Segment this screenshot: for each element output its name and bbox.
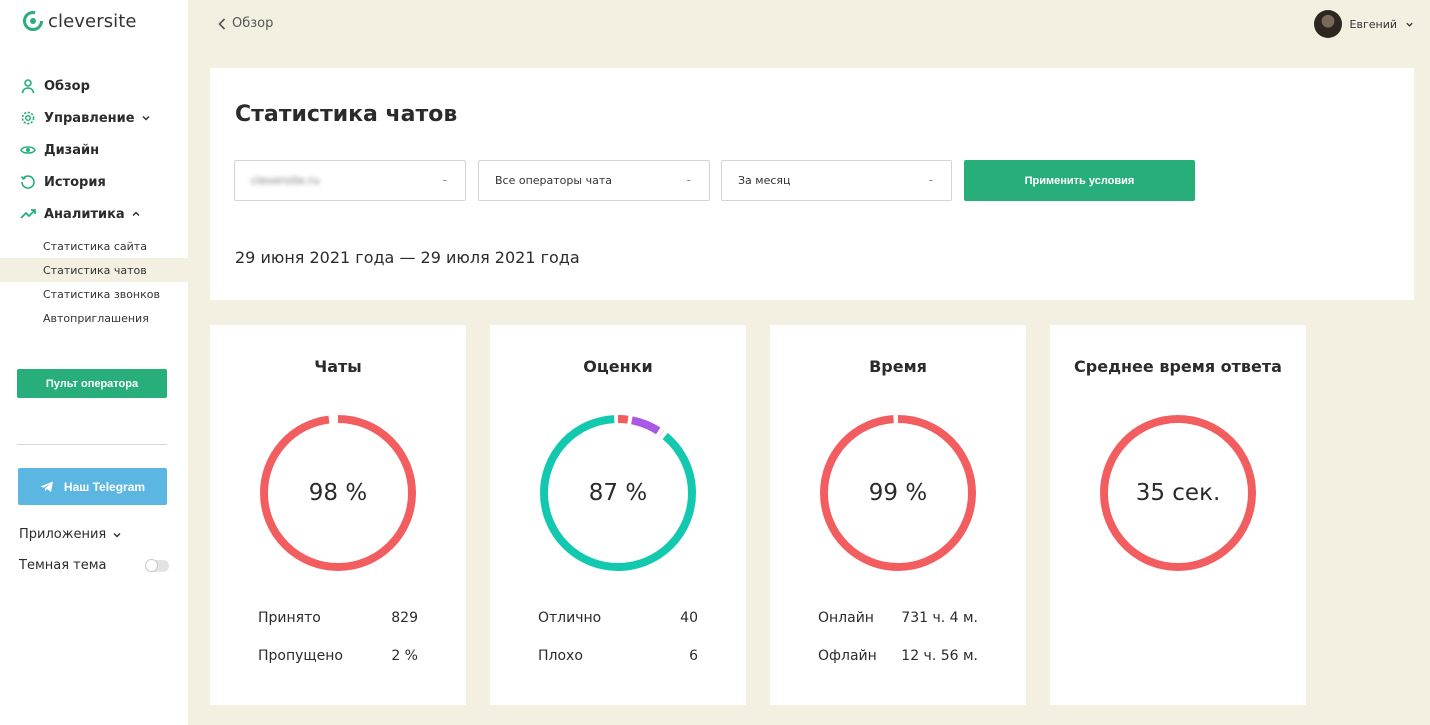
sidebar-item-overview[interactable]: Обзор — [0, 70, 188, 102]
stat-row-value: 6 — [689, 648, 698, 664]
apps-label: Приложения — [19, 527, 107, 542]
stat-row-label: Отлично — [538, 610, 602, 626]
stat-row: Плохо 6 — [538, 648, 698, 664]
sidebar-item-management[interactable]: Управление — [0, 102, 188, 134]
site-select-value: cleversite.ru — [251, 174, 320, 187]
operators-select[interactable]: Все операторы чата - — [478, 160, 710, 201]
dark-theme-label: Темная тема — [19, 558, 107, 573]
telegram-button-label: Наш Telegram — [63, 479, 146, 494]
sidebar-nav: Обзор Управление Дизайн История Аналитик… — [0, 70, 188, 330]
dark-theme-toggle[interactable] — [145, 558, 169, 572]
sidebar-subitem-chat-stats[interactable]: Статистика чатов — [0, 258, 188, 282]
logo-text: cleversite — [48, 10, 137, 32]
user-icon — [20, 78, 36, 94]
stat-row-label: Принято — [258, 610, 321, 626]
sidebar-item-design[interactable]: Дизайн — [0, 134, 188, 166]
dropdown-dash-icon: - — [442, 173, 447, 187]
eye-icon — [20, 142, 36, 158]
period-select-value: За месяц — [738, 174, 791, 187]
chevron-down-icon — [1406, 22, 1413, 27]
sidebar-item-label: Аналитика — [44, 206, 125, 222]
sidebar-item-analytics[interactable]: Аналитика — [0, 198, 188, 230]
apps-menu[interactable]: Приложения — [19, 527, 122, 542]
user-name: Евгений — [1349, 17, 1397, 31]
chevron-left-icon — [218, 17, 226, 30]
operator-panel-button[interactable]: Пульт оператора — [17, 369, 167, 398]
gear-icon — [20, 110, 36, 126]
sidebar-item-label: Управление — [44, 110, 135, 126]
sidebar-item-label: Дизайн — [44, 142, 100, 158]
stat-row-label: Плохо — [538, 648, 583, 664]
chevron-up-icon — [131, 209, 141, 219]
date-range: 29 июня 2021 года — 29 июля 2021 года — [235, 248, 580, 267]
operators-select-value: Все операторы чата — [495, 174, 612, 187]
stat-title: Время — [869, 357, 927, 376]
trend-icon — [20, 206, 36, 222]
logo[interactable]: cleversite — [22, 10, 137, 32]
back-label: Обзор — [232, 16, 274, 31]
sidebar-subitem-call-stats[interactable]: Статистика звонков — [0, 282, 188, 306]
telegram-button[interactable]: Наш Telegram — [18, 468, 167, 505]
dropdown-dash-icon: - — [928, 173, 933, 187]
stat-row-label: Онлайн — [818, 610, 874, 626]
stat-title: Чаты — [314, 357, 362, 376]
stat-title: Среднее время ответа — [1074, 357, 1282, 376]
sidebar-divider — [17, 444, 167, 445]
dropdown-dash-icon: - — [686, 173, 691, 187]
period-select[interactable]: За месяц - — [721, 160, 952, 201]
stat-row: Офлайн 12 ч. 56 м. — [818, 648, 978, 664]
site-select[interactable]: cleversite.ru - — [234, 160, 466, 201]
sidebar-item-history[interactable]: История — [0, 166, 188, 198]
stat-row-value: 731 ч. 4 м. — [901, 610, 978, 626]
stat-value: 98 % — [308, 480, 368, 506]
stat-row-value: 40 — [680, 610, 698, 626]
stat-row-value: 12 ч. 56 м. — [901, 648, 978, 664]
stat-title: Оценки — [583, 357, 653, 376]
stat-value: 87 % — [588, 480, 648, 506]
sidebar-item-label: История — [44, 174, 106, 190]
stat-value: 99 % — [868, 480, 928, 506]
stat-row-value: 2 % — [391, 648, 418, 664]
sidebar-item-label: Обзор — [44, 78, 90, 94]
logo-icon — [23, 11, 43, 31]
stat-row-label: Пропущено — [258, 648, 343, 664]
back-link[interactable]: Обзор — [218, 16, 273, 31]
chevron-down-icon — [141, 113, 151, 123]
user-menu[interactable]: Евгений — [1313, 10, 1414, 38]
stat-card-ratings: Оценки 87 % Отлично 40 Плохо 6 — [490, 325, 746, 705]
history-icon — [20, 174, 36, 190]
sidebar-subitem-autoinvites[interactable]: Автоприглашения — [0, 306, 188, 330]
stat-row-value: 829 — [391, 610, 418, 626]
stat-row-label: Офлайн — [818, 648, 877, 664]
stat-row: Принято 829 — [258, 610, 418, 626]
filters-card: Статистика чатов cleversite.ru - Все опе… — [210, 68, 1414, 300]
stat-card-time: Время 99 % Онлайн 731 ч. 4 м. Офлайн 12 … — [770, 325, 1026, 705]
sidebar: cleversite Обзор Управление Дизайн Истор… — [0, 0, 188, 725]
stat-row: Отлично 40 — [538, 610, 698, 626]
avatar — [1313, 10, 1342, 38]
telegram-icon — [40, 481, 53, 492]
page-title: Статистика чатов — [235, 102, 458, 127]
stat-card-chats: Чаты 98 % Принято 829 Пропущено 2 % — [210, 325, 466, 705]
stat-value: 35 сек. — [1135, 480, 1221, 506]
chevron-down-icon — [113, 532, 121, 538]
stat-card-avg-response: Среднее время ответа 35 сек. — [1050, 325, 1306, 705]
dark-theme-row: Темная тема — [19, 558, 169, 573]
stat-row: Онлайн 731 ч. 4 м. — [818, 610, 978, 626]
stat-row: Пропущено 2 % — [258, 648, 418, 664]
apply-button[interactable]: Применить условия — [964, 160, 1195, 201]
sidebar-subitem-site-stats[interactable]: Статистика сайта — [0, 234, 188, 258]
